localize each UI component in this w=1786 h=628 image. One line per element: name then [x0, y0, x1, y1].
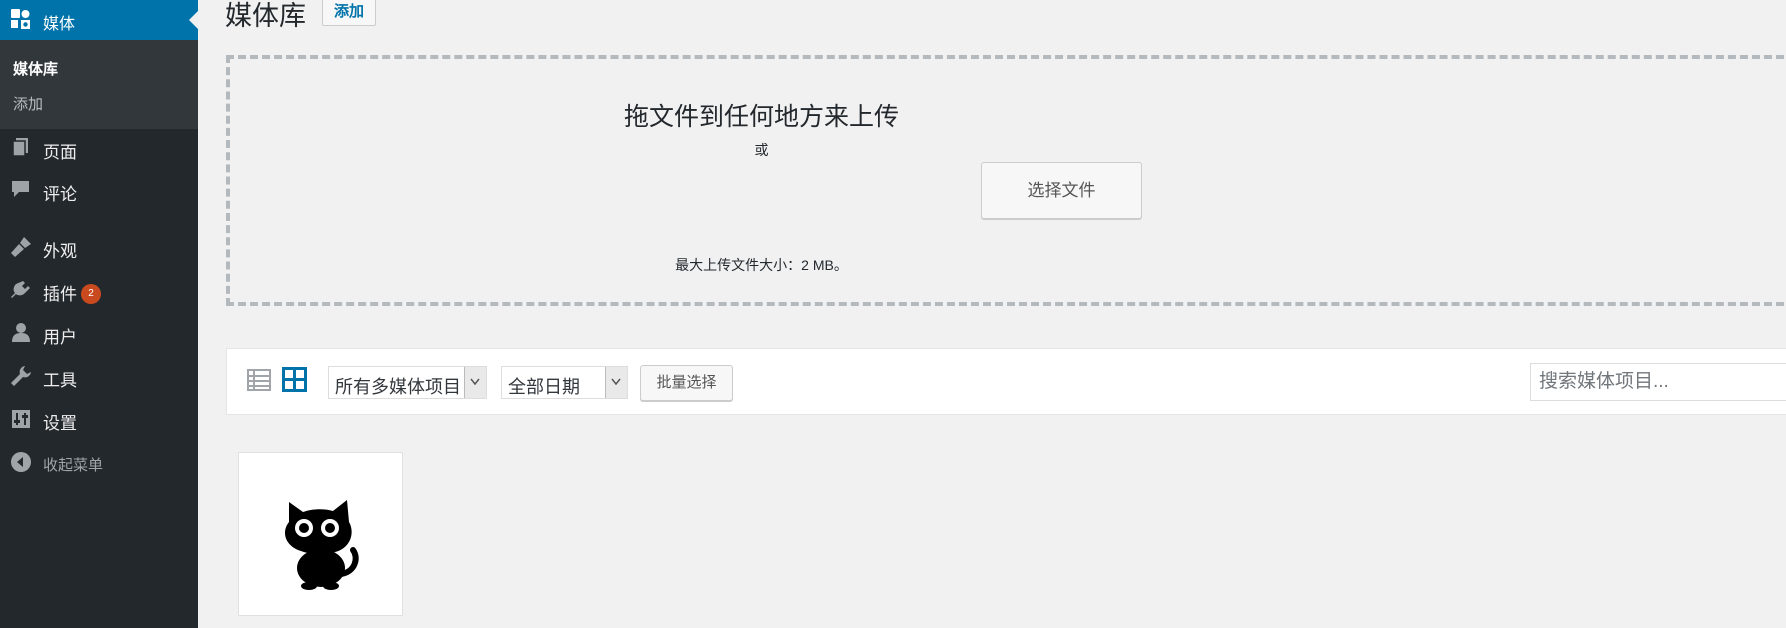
- sidebar-item-users[interactable]: 用户: [0, 316, 198, 352]
- sidebar-item-pages[interactable]: 页面: [0, 131, 198, 167]
- update-count-badge: 2: [81, 284, 101, 304]
- max-upload-size: 最大上传文件大小：2 MB。: [675, 257, 848, 273]
- search-media-input[interactable]: [1530, 363, 1786, 401]
- grid-view-icon[interactable]: [282, 367, 307, 392]
- plugins-icon: [10, 279, 32, 301]
- sidebar-item-label: 用户: [43, 328, 77, 347]
- chevron-down-icon: [464, 367, 486, 398]
- media-type-filter[interactable]: 所有多媒体项目: [328, 366, 487, 399]
- black-cat-image: [285, 500, 359, 590]
- sidebar-item-appearance[interactable]: 外观: [0, 230, 198, 266]
- sidebar-item-settings[interactable]: 设置: [0, 402, 198, 438]
- sidebar-item-plugins[interactable]: 插件 2: [0, 273, 198, 309]
- admin-sidebar: 媒体 媒体库 添加 页面 评论 外观 插件 2 用户 工具 设置 收起菜单: [0, 0, 198, 628]
- users-icon: [10, 322, 32, 344]
- date-filter[interactable]: 全部日期: [501, 366, 628, 399]
- media-type-filter-value: 所有多媒体项目: [335, 377, 461, 397]
- sidebar-item-label: 页面: [43, 143, 77, 162]
- appearance-icon: [10, 236, 32, 258]
- tools-icon: [10, 365, 32, 387]
- sidebar-item-label: 设置: [43, 414, 77, 433]
- media-attachment-thumbnail[interactable]: [238, 452, 403, 616]
- media-toolbar: 所有多媒体项目 全部日期 批量选择: [226, 348, 1786, 415]
- date-filter-value: 全部日期: [508, 377, 580, 397]
- media-icon: [10, 8, 32, 30]
- collapse-menu-button[interactable]: 收起菜单: [0, 445, 198, 481]
- drop-instructions: 拖文件到任何地方来上传: [623, 103, 899, 131]
- sidebar-item-tools[interactable]: 工具: [0, 359, 198, 395]
- bulk-select-button[interactable]: 批量选择: [640, 365, 733, 401]
- current-menu-arrow: [189, 11, 198, 29]
- upload-drop-zone[interactable]: 拖文件到任何地方来上传 或 选择文件 最大上传文件大小：2 MB。: [226, 55, 1786, 306]
- sidebar-item-label: 工具: [43, 371, 77, 390]
- sidebar-item-comments[interactable]: 评论: [0, 173, 198, 209]
- page-title: 媒体库: [225, 1, 306, 31]
- sidebar-item-media[interactable]: 媒体: [0, 0, 198, 40]
- submenu-item-add[interactable]: 添加: [13, 93, 43, 114]
- sidebar-item-label: 插件: [43, 285, 77, 304]
- comments-icon: [10, 179, 32, 201]
- add-new-button[interactable]: 添加: [322, 0, 376, 26]
- sidebar-item-label: 外观: [43, 242, 77, 261]
- list-view-icon[interactable]: [247, 368, 271, 392]
- pages-icon: [10, 137, 32, 159]
- sidebar-item-label: 收起菜单: [43, 457, 104, 474]
- chevron-down-icon: [605, 367, 627, 398]
- submenu-item-library[interactable]: 媒体库: [13, 58, 58, 79]
- sidebar-item-label: 媒体: [43, 16, 76, 33]
- media-submenu: 媒体库 添加: [0, 40, 198, 129]
- collapse-icon: [10, 451, 32, 473]
- or-separator: 或: [754, 142, 769, 158]
- sidebar-item-label: 评论: [43, 185, 77, 204]
- select-files-button[interactable]: 选择文件: [981, 162, 1142, 219]
- settings-icon: [10, 408, 32, 430]
